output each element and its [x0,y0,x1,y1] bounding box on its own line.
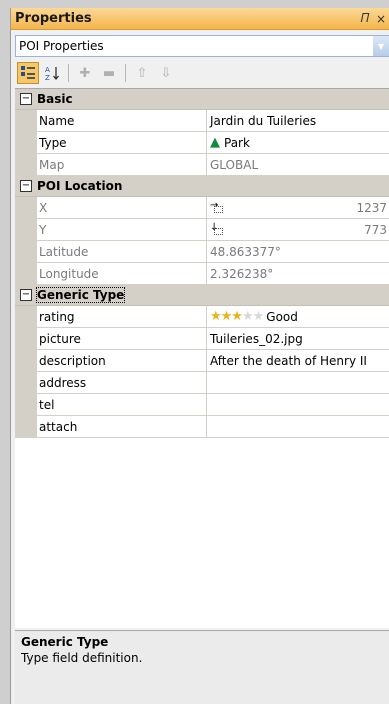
y-value: 773 [364,222,387,237]
rating-value: Good [266,309,298,324]
property-name: rating [37,306,207,327]
property-value: 2.326238° [210,266,274,281]
property-name: Name [37,110,207,131]
close-icon[interactable]: × [373,12,389,26]
pin-icon[interactable]: 𝛱 [357,11,373,26]
arrow-down-icon[interactable]: ⇩ [155,62,177,84]
category-label: Basic [37,92,73,106]
property-name: Longitude [37,263,207,284]
x-coordinate-icon: → [210,200,224,214]
svg-text:A: A [45,66,50,74]
property-value[interactable]: Tuileries_02.jpg [207,328,389,349]
property-row-tel[interactable]: tel [15,394,389,416]
property-row-map[interactable]: Map GLOBAL [15,154,389,176]
property-row-attach[interactable]: attach [15,416,389,438]
categorized-icon[interactable] [17,62,39,84]
toolbar-separator [68,64,69,82]
description-title: Generic Type [21,635,109,649]
chevron-down-icon[interactable]: ▼ [373,36,389,56]
sort-az-icon[interactable]: A Z [41,62,63,84]
property-name: Latitude [37,241,207,262]
property-value[interactable] [207,394,389,415]
property-value[interactable] [207,372,389,393]
property-row-x[interactable]: X → 1237 [15,197,389,219]
x-value: 1237 [356,200,387,215]
property-toolbar: A Z ✚ ▬ ⇧ ⇩ [15,60,389,86]
property-value: ↓ 773 [207,219,389,240]
property-value[interactable]: ★★★★★ Good [207,306,389,327]
property-row-rating[interactable]: rating ★★★★★ Good [15,306,389,328]
panel-title: Properties [15,11,92,26]
property-row-longitude[interactable]: Longitude 2.326238° [15,263,389,285]
property-value: GLOBAL [210,157,259,172]
toolbar-separator [125,64,126,82]
property-row-name[interactable]: Name Jardin du Tuileries [15,110,389,132]
star-rating-icon[interactable]: ★★★★★ [210,309,264,324]
property-name: picture [37,328,207,349]
properties-panel: Properties 𝛱 × POI Properties ▼ A Z ✚ ▬ … [10,8,389,704]
property-value[interactable]: After the death of Henry II [207,350,389,371]
property-row-address[interactable]: address [15,372,389,394]
description-panel: Generic Type Type field definition. [15,630,389,704]
type-value: Park [224,135,250,150]
plus-icon[interactable]: ✚ [74,62,96,84]
property-row-description[interactable]: description After the death of Henry II [15,350,389,372]
category-basic[interactable]: − Basic [15,89,389,110]
property-value: 48.863377° [210,244,281,259]
category-label: POI Location [37,179,123,193]
property-name: attach [37,416,207,437]
property-row-type[interactable]: Type ▲ Park [15,132,389,154]
property-name: X [37,197,207,218]
property-value: → 1237 [207,197,389,218]
panel-title-bar: Properties 𝛱 × [11,8,389,30]
property-value[interactable] [207,416,389,437]
property-value[interactable]: Jardin du Tuileries [207,110,389,131]
minus-icon[interactable]: ▬ [98,62,120,84]
collapse-icon[interactable]: − [20,289,32,301]
object-selector-value: POI Properties [19,39,104,53]
svg-text:Z: Z [45,74,50,81]
category-label: Generic Type [35,287,126,303]
y-coordinate-icon: ↓ [210,222,224,236]
tree-icon: ▲ [210,135,220,150]
property-name: tel [37,394,207,415]
property-name: address [37,372,207,393]
description-text: Type field definition. [21,651,143,665]
property-name: description [37,350,207,371]
collapse-icon[interactable]: − [20,180,32,192]
property-name: Type [37,132,207,153]
property-name: Y [37,219,207,240]
property-name: Map [37,154,207,175]
arrow-up-icon[interactable]: ⇧ [131,62,153,84]
property-value[interactable]: ▲ Park [207,132,389,153]
category-generic-type[interactable]: − Generic Type [15,285,389,306]
collapse-icon[interactable]: − [20,93,32,105]
property-grid: − Basic Name Jardin du Tuileries Type ▲ … [15,88,389,628]
object-selector-dropdown[interactable]: POI Properties ▼ [15,35,389,57]
property-row-picture[interactable]: picture Tuileries_02.jpg [15,328,389,350]
property-row-latitude[interactable]: Latitude 48.863377° [15,241,389,263]
category-poi-location[interactable]: − POI Location [15,176,389,197]
property-row-y[interactable]: Y ↓ 773 [15,219,389,241]
